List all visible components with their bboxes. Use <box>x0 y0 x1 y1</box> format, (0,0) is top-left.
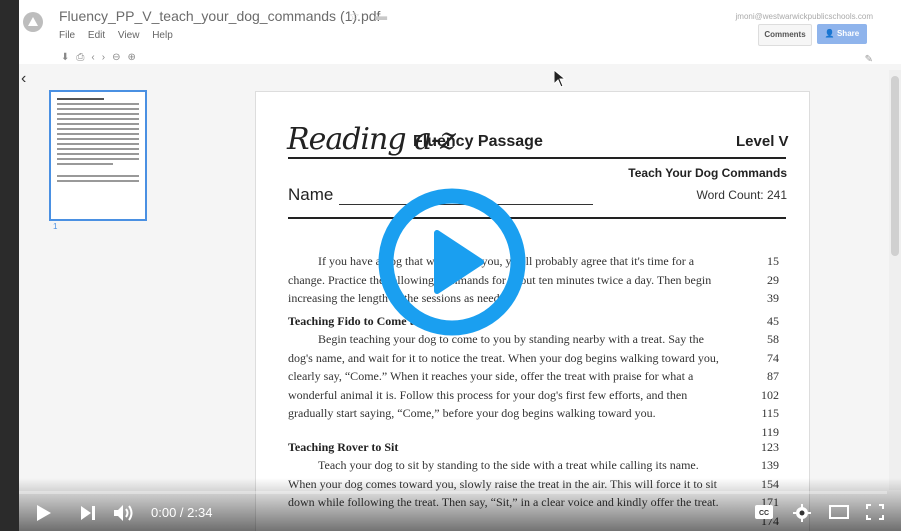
word-count-number: 15 <box>767 254 779 268</box>
svg-text:CC: CC <box>759 510 769 517</box>
progress-bar[interactable] <box>19 491 887 494</box>
scrollbar-thumb[interactable] <box>891 76 899 256</box>
section-heading-count: 123 <box>761 440 779 454</box>
share-button[interactable]: 👤 Share <box>817 24 867 44</box>
print-icon[interactable]: ⎙ <box>76 52 91 63</box>
next-icon[interactable] <box>80 504 96 522</box>
passage-type: Fluency Passage <box>413 133 543 150</box>
person-icon: 👤 <box>824 29 837 38</box>
prev-page-icon[interactable]: ‹ <box>91 52 101 63</box>
fullscreen-icon[interactable] <box>866 504 884 520</box>
pdf-page: Reading a-z Fluency Passage Level V Teac… <box>255 91 810 531</box>
section-heading-count: 45 <box>767 314 779 328</box>
mouse-cursor-icon <box>554 70 566 88</box>
zoom-out-icon[interactable]: ⊖ <box>112 52 127 63</box>
section1-paragraph: Begin teaching your dog to come to you b… <box>288 332 719 420</box>
user-email[interactable]: jmoni@westwarwickpublicschools.com <box>736 12 874 21</box>
thumbnail-page-number: 1 <box>53 222 58 231</box>
menu-bar: File Edit View Help <box>59 30 183 41</box>
next-page-icon[interactable]: › <box>102 52 112 63</box>
word-count-number: 74 <box>767 350 779 365</box>
drive-icon[interactable] <box>23 12 43 32</box>
viewer-header: Fluency_PP_V_teach_your_dog_commands (1)… <box>19 0 901 64</box>
viewer-toolbar: ⬇⎙‹›⊖⊕ <box>61 52 143 63</box>
section1-word-counts: 58 74 87 102 115 119 <box>749 330 779 441</box>
play-icon[interactable] <box>36 504 52 522</box>
word-count-number: 139 <box>761 458 779 472</box>
time-display: 0:00 / 2:34 <box>151 505 213 520</box>
page-thumbnail[interactable] <box>49 90 147 221</box>
intro-word-counts: 15 29 39 <box>749 252 779 308</box>
word-count-number: 87 <box>767 369 779 383</box>
passage-title: Teach Your Dog Commands <box>628 166 787 180</box>
play-overlay-icon[interactable] <box>377 187 527 337</box>
section-heading: Teaching Rover to Sit <box>288 440 399 454</box>
settings-gear-icon[interactable] <box>793 504 811 522</box>
word-count-number: 102 <box>761 387 779 402</box>
comments-button[interactable]: Comments <box>758 24 812 46</box>
level-label: Level V <box>736 133 789 150</box>
word-count-number: 39 <box>767 291 779 305</box>
edit-icon[interactable]: ✎ <box>865 54 873 65</box>
word-count-number: 115 <box>761 406 779 420</box>
word-count-number: 58 <box>767 332 779 346</box>
menu-edit[interactable]: Edit <box>88 30 105 41</box>
zoom-in-icon[interactable]: ⊕ <box>127 52 142 63</box>
name-label: Name <box>288 185 334 204</box>
star-folder-icons[interactable]: ☆ ▬ <box>349 9 393 23</box>
share-label: Share <box>836 29 860 38</box>
volume-icon[interactable] <box>113 504 135 522</box>
divider <box>288 157 786 159</box>
captions-icon[interactable]: CC <box>754 504 774 520</box>
file-title: Fluency_PP_V_teach_your_dog_commands (1)… <box>59 8 381 24</box>
theater-mode-icon[interactable] <box>829 504 849 520</box>
word-count-number: 29 <box>767 272 779 287</box>
menu-file[interactable]: File <box>59 30 75 41</box>
menu-view[interactable]: View <box>118 30 140 41</box>
menu-help[interactable]: Help <box>152 30 173 41</box>
word-count: Word Count: 241 <box>696 188 788 202</box>
left-edge <box>0 0 19 531</box>
divider <box>288 217 786 219</box>
download-icon[interactable]: ⬇ <box>61 52 76 63</box>
collapse-sidebar-icon[interactable]: ‹ <box>21 70 26 88</box>
